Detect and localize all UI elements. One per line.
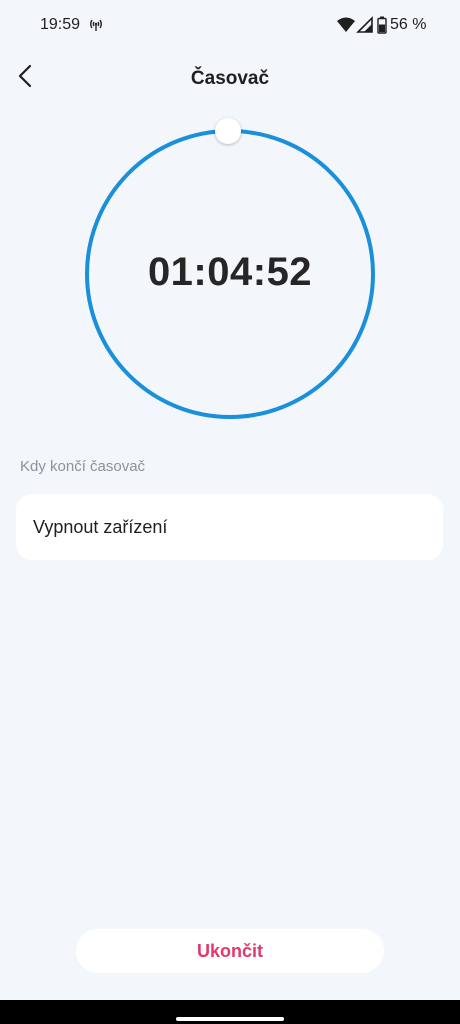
battery-icon: [377, 16, 387, 39]
cellular-signal-icon: [356, 16, 374, 39]
page-title: Časovač: [190, 68, 270, 89]
end-action-option[interactable]: Vypnout zařízení: [16, 494, 443, 560]
end-action-label: Vypnout zařízení: [33, 517, 168, 537]
hotspot-icon: [88, 16, 104, 37]
battery-percentage: 56 %: [390, 16, 427, 33]
status-bar: 19:59 56 %: [0, 0, 460, 52]
timer-handle[interactable]: [215, 118, 241, 144]
status-time: 19:59: [40, 16, 81, 33]
timer-countdown: 01:04:52: [147, 250, 313, 294]
section-label: Kdy končí časovač: [20, 458, 146, 475]
wifi-icon: [336, 16, 356, 39]
stop-timer-button[interactable]: Ukončit: [76, 929, 384, 973]
home-gesture-handle[interactable]: [176, 1017, 284, 1021]
